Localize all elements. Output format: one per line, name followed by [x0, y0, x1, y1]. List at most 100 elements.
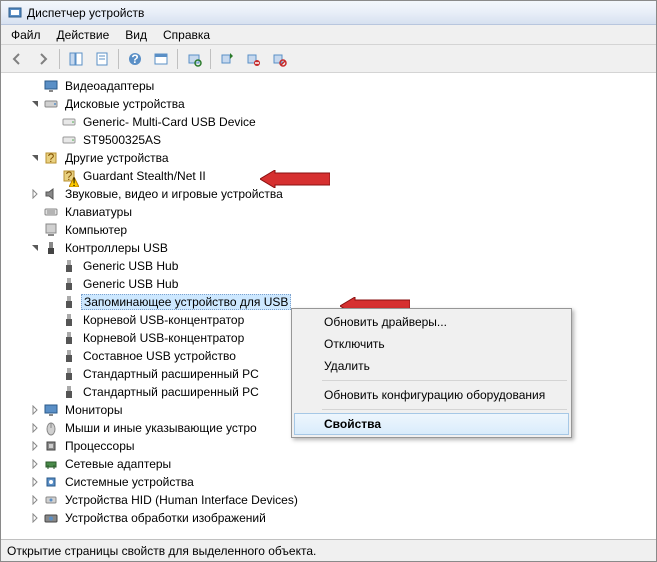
tree-item-label[interactable]: Запоминающее устройство для USB — [81, 294, 291, 310]
usbdev-icon — [61, 276, 77, 292]
warn-icon: ?! — [61, 168, 77, 184]
expand-icon[interactable] — [29, 440, 41, 452]
tree-item-label[interactable]: Клавиатуры — [63, 205, 134, 219]
keyboard-icon — [43, 204, 59, 220]
tree-item-label[interactable]: Процессоры — [63, 439, 137, 453]
tree-item-label[interactable]: Generic USB Hub — [81, 277, 180, 291]
disable-icon[interactable] — [267, 48, 291, 70]
mouse-icon — [43, 420, 59, 436]
tree-item[interactable]: Системные устройства — [1, 473, 656, 491]
context-menu-item[interactable]: Обновить конфигурацию оборудования — [294, 384, 569, 406]
tree-item-label[interactable]: Видеоадаптеры — [63, 79, 156, 93]
expander-placeholder — [47, 386, 59, 398]
device-tree[interactable]: Видеоадаптеры Дисковые устройства Generic-… — [1, 73, 656, 539]
update-driver-icon[interactable] — [215, 48, 239, 70]
tree-item[interactable]: Устройства обработки изображений — [1, 509, 656, 527]
tree-item-label[interactable]: Корневой USB-концентратор — [81, 331, 246, 345]
tree-item-label[interactable]: Сетевые адаптеры — [63, 457, 173, 471]
uninstall-icon[interactable] — [241, 48, 265, 70]
tree-item-label[interactable]: Стандартный расширенный PC — [81, 367, 261, 381]
tree-item[interactable]: Устройства HID (Human Interface Devices) — [1, 491, 656, 509]
menubar: Файл Действие Вид Справка — [1, 25, 656, 45]
statusbar-text: Открытие страницы свойств для выделенног… — [7, 544, 316, 558]
tree-item[interactable]: Видеоадаптеры — [1, 77, 656, 95]
tree-item-label[interactable]: Устройства обработки изображений — [63, 511, 268, 525]
collapse-icon[interactable] — [29, 242, 41, 254]
expander-placeholder — [29, 80, 41, 92]
properties-icon[interactable] — [90, 48, 114, 70]
tree-item[interactable]: Сетевые адаптеры — [1, 455, 656, 473]
expand-icon[interactable] — [29, 422, 41, 434]
menu-help[interactable]: Справка — [155, 26, 218, 44]
tree-item-label[interactable]: Мыши и иные указывающие устро — [63, 421, 259, 435]
tree-item[interactable]: Контроллеры USB — [1, 239, 656, 257]
expander-placeholder — [47, 170, 59, 182]
collapse-icon[interactable] — [29, 152, 41, 164]
svg-text:?: ? — [48, 151, 55, 165]
menu-view[interactable]: Вид — [117, 26, 155, 44]
tree-item[interactable]: ? Другие устройства — [1, 149, 656, 167]
network-icon — [43, 456, 59, 472]
collapse-icon[interactable] — [29, 98, 41, 110]
expander-placeholder — [47, 296, 59, 308]
tree-item-label[interactable]: Системные устройства — [63, 475, 196, 489]
expand-icon[interactable] — [29, 494, 41, 506]
context-menu-item[interactable]: Удалить — [294, 355, 569, 377]
expander-placeholder — [47, 260, 59, 272]
expand-icon[interactable] — [29, 404, 41, 416]
expander-placeholder — [47, 278, 59, 290]
show-hide-tree-icon[interactable] — [64, 48, 88, 70]
expand-icon[interactable] — [29, 458, 41, 470]
help-icon[interactable]: ? — [123, 48, 147, 70]
tree-item-label[interactable]: Generic USB Hub — [81, 259, 180, 273]
context-menu-item[interactable]: Отключить — [294, 333, 569, 355]
tree-item[interactable]: ST9500325AS — [1, 131, 656, 149]
window-icon[interactable] — [149, 48, 173, 70]
hdd-icon — [61, 132, 77, 148]
tree-item-label[interactable]: Контроллеры USB — [63, 241, 170, 255]
expander-placeholder — [29, 206, 41, 218]
tree-item-label[interactable]: Дисковые устройства — [63, 97, 187, 111]
tree-item-label[interactable]: Компьютер — [63, 223, 129, 237]
tree-item[interactable]: Generic USB Hub — [1, 257, 656, 275]
tree-item-label[interactable]: Устройства HID (Human Interface Devices) — [63, 493, 300, 507]
menu-action[interactable]: Действие — [49, 26, 118, 44]
tree-item-label[interactable]: ST9500325AS — [81, 133, 163, 147]
expand-icon[interactable] — [29, 476, 41, 488]
tree-item[interactable]: Компьютер — [1, 221, 656, 239]
tree-item[interactable]: Generic- Multi-Card USB Device — [1, 113, 656, 131]
tree-item-label[interactable]: Стандартный расширенный PC — [81, 385, 261, 399]
toolbar-separator — [118, 49, 119, 69]
tree-item[interactable]: Клавиатуры — [1, 203, 656, 221]
tree-item[interactable]: Процессоры — [1, 437, 656, 455]
hdd-icon — [61, 114, 77, 130]
context-menu-item[interactable]: Обновить драйверы... — [294, 311, 569, 333]
toolbar: ? — [1, 45, 656, 73]
usbdev-icon — [61, 348, 77, 364]
expander-placeholder — [47, 368, 59, 380]
tree-item[interactable]: Дисковые устройства — [1, 95, 656, 113]
tree-item-label[interactable]: Generic- Multi-Card USB Device — [81, 115, 258, 129]
expand-icon[interactable] — [29, 188, 41, 200]
context-menu-item[interactable]: Свойства — [294, 413, 569, 435]
sound-icon — [43, 186, 59, 202]
usbdev-icon — [61, 330, 77, 346]
tree-item-label[interactable]: Мониторы — [63, 403, 124, 417]
tree-item-label[interactable]: Звуковые, видео и игровые устройства — [63, 187, 285, 201]
forward-icon[interactable] — [31, 48, 55, 70]
tree-item-label[interactable]: Составное USB устройство — [81, 349, 238, 363]
tree-item-label[interactable]: Другие устройства — [63, 151, 171, 165]
scan-hardware-icon[interactable] — [182, 48, 206, 70]
menu-file[interactable]: Файл — [3, 26, 49, 44]
back-icon[interactable] — [5, 48, 29, 70]
titlebar: Диспетчер устройств — [1, 1, 656, 25]
tree-item[interactable]: Generic USB Hub — [1, 275, 656, 293]
tree-item-label[interactable]: Guardant Stealth/Net II — [81, 169, 208, 183]
context-separator — [322, 409, 567, 410]
monitor-icon — [43, 402, 59, 418]
expand-icon[interactable] — [29, 512, 41, 524]
tree-item-label[interactable]: Корневой USB-концентратор — [81, 313, 246, 327]
other-icon: ? — [43, 150, 59, 166]
usb-icon — [43, 240, 59, 256]
hid-icon — [43, 492, 59, 508]
